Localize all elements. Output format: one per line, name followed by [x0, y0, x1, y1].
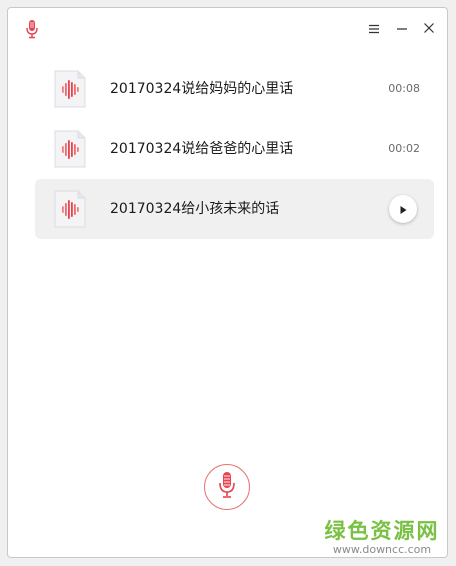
- play-icon: [398, 200, 408, 219]
- recording-item[interactable]: 20170324说给爸爸的心里话 00:02: [35, 119, 434, 179]
- record-button[interactable]: [204, 464, 250, 510]
- watermark: 绿色资源网 www.downcc.com: [318, 519, 446, 557]
- watermark-title: 绿色资源网: [324, 519, 440, 543]
- close-button[interactable]: [419, 18, 439, 38]
- watermark-url: www.downcc.com: [332, 543, 432, 556]
- app-window: 20170324说给妈妈的心里话 00:08 20170324说给爸爸的心里话 …: [7, 7, 448, 558]
- recording-list: 20170324说给妈妈的心里话 00:08 20170324说给爸爸的心里话 …: [35, 59, 434, 239]
- menu-button[interactable]: [364, 18, 384, 38]
- audio-file-icon: [53, 190, 87, 228]
- recording-title: 20170324说给爸爸的心里话: [110, 141, 294, 157]
- minimize-button[interactable]: [392, 18, 412, 38]
- recording-duration: 00:08: [388, 82, 420, 95]
- audio-file-icon: [53, 130, 87, 168]
- play-button[interactable]: [389, 195, 417, 223]
- close-icon: [423, 19, 435, 38]
- titlebar: [8, 8, 447, 48]
- recording-item[interactable]: 20170324给小孩未来的话: [35, 179, 434, 239]
- hamburger-menu-icon: [368, 19, 380, 38]
- recording-title: 20170324说给妈妈的心里话: [110, 81, 294, 97]
- recording-duration: 00:02: [388, 142, 420, 155]
- minimize-icon: [396, 19, 408, 38]
- recording-item[interactable]: 20170324说给妈妈的心里话 00:08: [35, 59, 434, 119]
- microphone-icon: [24, 19, 40, 39]
- microphone-icon: [217, 471, 237, 503]
- audio-file-icon: [53, 70, 87, 108]
- recording-title: 20170324给小孩未来的话: [110, 201, 280, 217]
